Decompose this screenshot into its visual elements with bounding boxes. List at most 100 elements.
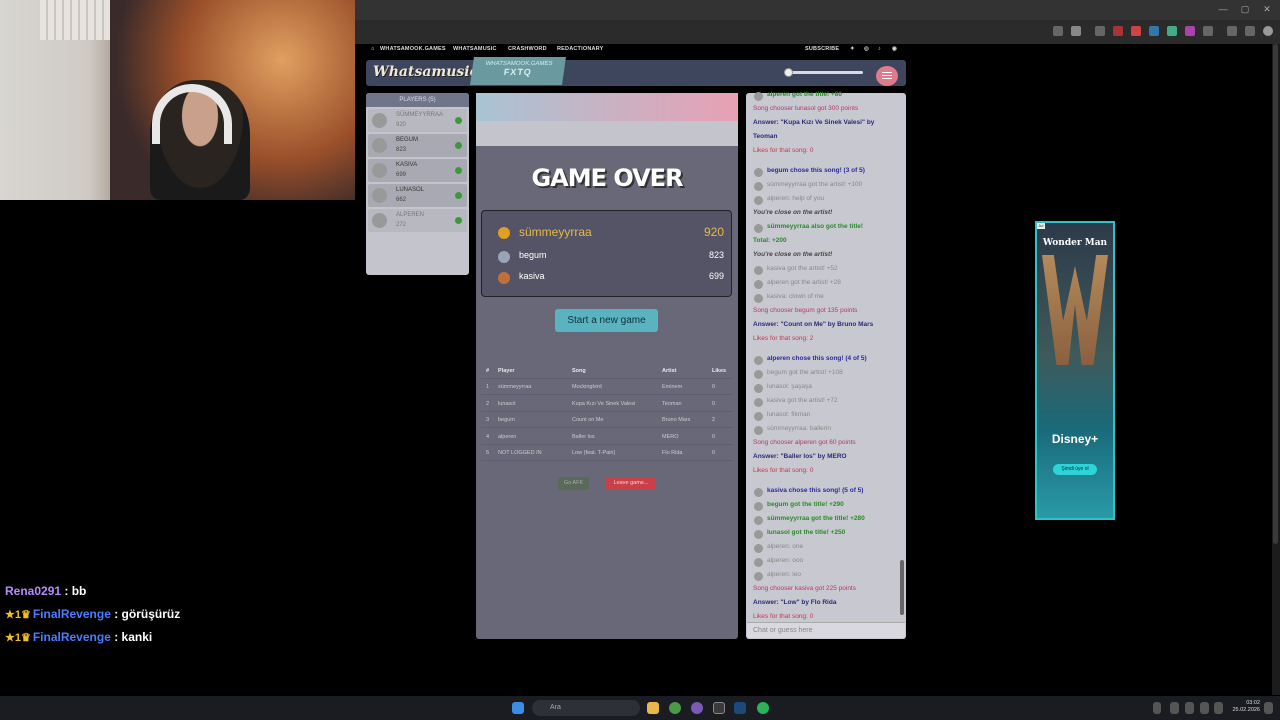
tray-icon[interactable] bbox=[1170, 702, 1179, 714]
podium-name: begum bbox=[519, 250, 547, 260]
table-header: # Player Song Artist Likes bbox=[481, 363, 732, 379]
podium-row: begum 823 bbox=[498, 250, 724, 266]
player-row[interactable]: ALPEREN 272 bbox=[368, 209, 467, 232]
check-icon bbox=[455, 142, 462, 149]
ad-brand: Disney+ bbox=[1051, 432, 1099, 446]
menu-icon[interactable] bbox=[1227, 26, 1237, 36]
taskbar-search[interactable]: Ara bbox=[532, 700, 640, 716]
windows-start-icon[interactable] bbox=[512, 702, 524, 714]
browser-address-bar[interactable] bbox=[355, 20, 1280, 44]
extension-icon[interactable] bbox=[1113, 26, 1123, 36]
avatar bbox=[754, 516, 763, 525]
translate-icon[interactable] bbox=[1053, 26, 1063, 36]
volume-knob[interactable] bbox=[784, 68, 793, 77]
chat-message: alperen: one bbox=[767, 543, 804, 550]
ad-title: Wonder Man bbox=[1042, 238, 1108, 248]
taskbar bbox=[0, 696, 1280, 720]
avatar bbox=[372, 113, 387, 128]
stream-chat-line: ★1♛ FinalRevenge : görüşürüz bbox=[5, 607, 180, 621]
instagram-icon[interactable]: ◎ bbox=[864, 46, 869, 52]
notification-icon[interactable] bbox=[1264, 702, 1273, 714]
tray-chevron-icon[interactable] bbox=[1153, 702, 1161, 714]
steam-icon[interactable] bbox=[734, 702, 746, 714]
chat-message: sümmeyyrraa also got the title! bbox=[767, 223, 864, 230]
chat-message: kasiva: clown of me bbox=[767, 293, 824, 300]
extension-icon[interactable] bbox=[1185, 26, 1195, 36]
table-cell: Teoman bbox=[662, 400, 682, 407]
avatar bbox=[754, 196, 763, 205]
go-afk-button[interactable]: Go AFK bbox=[558, 477, 589, 490]
nav-redactionary-link[interactable]: REDACTIONARY bbox=[557, 46, 604, 52]
extension-icon[interactable] bbox=[1167, 26, 1177, 36]
player-row[interactable]: SÜMMEYYRRAA 920 bbox=[368, 109, 467, 132]
discord-icon[interactable]: ◉ bbox=[892, 46, 897, 52]
stream-chat-line: Rena0291 : bb bbox=[5, 584, 86, 598]
avatar[interactable] bbox=[1263, 26, 1273, 36]
volume-slider[interactable] bbox=[785, 71, 863, 74]
sidebar-icon[interactable] bbox=[1245, 26, 1255, 36]
start-new-game-button[interactable]: Start a new game bbox=[555, 309, 658, 332]
app-icon[interactable] bbox=[691, 702, 703, 714]
clock-time: 03:02 bbox=[1246, 700, 1260, 706]
taskbar-clock[interactable]: 03:02 25.02.2026 bbox=[1230, 700, 1260, 714]
star-icon[interactable] bbox=[1071, 26, 1081, 36]
tray-icon[interactable] bbox=[1185, 702, 1194, 714]
stream-chat-user: FinalRevenge bbox=[32, 630, 111, 644]
extension-icon[interactable] bbox=[1095, 26, 1105, 36]
menu-button[interactable] bbox=[876, 66, 898, 86]
ad-cta-button[interactable]: Şimdi üye ol bbox=[1053, 464, 1097, 475]
spotify-icon[interactable] bbox=[757, 702, 769, 714]
table-cell: Kupa Kızı Ve Sinek Valesi bbox=[572, 400, 636, 407]
close-icon[interactable]: ✕ bbox=[1262, 4, 1272, 14]
chrome-icon[interactable] bbox=[669, 702, 681, 714]
player-name: SÜMMEYYRRAA bbox=[396, 112, 444, 118]
tiktok-icon[interactable]: ♪ bbox=[878, 46, 881, 52]
twitter-icon[interactable]: ✦ bbox=[850, 46, 855, 52]
browser-tab-area[interactable] bbox=[355, 0, 1280, 20]
extension-icon[interactable] bbox=[1131, 26, 1141, 36]
extension-icon[interactable] bbox=[1149, 26, 1159, 36]
avatar bbox=[754, 384, 763, 393]
player-name: KASIVA bbox=[396, 162, 418, 168]
table-cell: Mockingbird bbox=[572, 384, 602, 390]
volume-icon[interactable] bbox=[1214, 702, 1223, 714]
file-explorer-icon[interactable] bbox=[647, 702, 659, 714]
chat-message: Answer: "Count on Me" by Bruno Mars bbox=[753, 321, 874, 328]
avatar bbox=[754, 502, 763, 511]
nav-whatsamusic-link[interactable]: WHATSAMUSIC bbox=[453, 46, 497, 52]
chat-message: alperen chose this song! (4 of 5) bbox=[767, 355, 867, 362]
column-header: Artist bbox=[662, 368, 677, 374]
nav-home-link[interactable]: WHATSAMOOK.GAMES bbox=[380, 46, 446, 52]
player-row[interactable]: LUNASOL 662 bbox=[368, 184, 467, 207]
maximize-icon[interactable]: ▢ bbox=[1240, 4, 1250, 14]
table-cell: begum bbox=[498, 417, 515, 423]
podium-score: 699 bbox=[708, 271, 724, 281]
chat-scrollbar[interactable] bbox=[900, 560, 904, 615]
player-score: 823 bbox=[396, 147, 407, 153]
minimize-icon[interactable]: — bbox=[1218, 4, 1228, 14]
avatar bbox=[754, 412, 763, 421]
column-header: Player bbox=[498, 368, 515, 374]
podium-score: 823 bbox=[708, 250, 724, 260]
chat-message: lunasol got the title! +250 bbox=[767, 529, 846, 536]
chat-message: Answer: "Kupa Kızı Ve Sinek Valesi" by bbox=[753, 119, 875, 126]
player-row[interactable]: BEGUM 823 bbox=[368, 134, 467, 157]
logo[interactable]: Whatsamusic bbox=[373, 64, 478, 82]
leave-game-button[interactable]: Leave game... bbox=[606, 477, 656, 490]
scroll-thumb[interactable] bbox=[1273, 44, 1278, 544]
player-row[interactable]: KASIVA 699 bbox=[368, 159, 467, 182]
game-over-title: GAME OVER bbox=[531, 164, 683, 192]
network-icon[interactable] bbox=[1200, 702, 1209, 714]
app-icon[interactable] bbox=[713, 702, 725, 714]
subscribe-link[interactable]: SUBSCRIBE bbox=[805, 46, 839, 52]
puzzle-icon[interactable] bbox=[1203, 26, 1213, 36]
nav-crashword-link[interactable]: CRASHWORD bbox=[508, 46, 547, 52]
avatar bbox=[754, 488, 763, 497]
chat-input[interactable]: Chat or guess here bbox=[747, 622, 905, 638]
table-cell: 5 bbox=[486, 450, 490, 456]
avatar bbox=[754, 544, 763, 553]
nav-home-icon[interactable]: ⌂ bbox=[371, 46, 375, 52]
chat-message: kasiva got the artist! +72 bbox=[767, 397, 838, 404]
avatar bbox=[754, 398, 763, 407]
chat-message: alperen: leo bbox=[767, 571, 801, 578]
